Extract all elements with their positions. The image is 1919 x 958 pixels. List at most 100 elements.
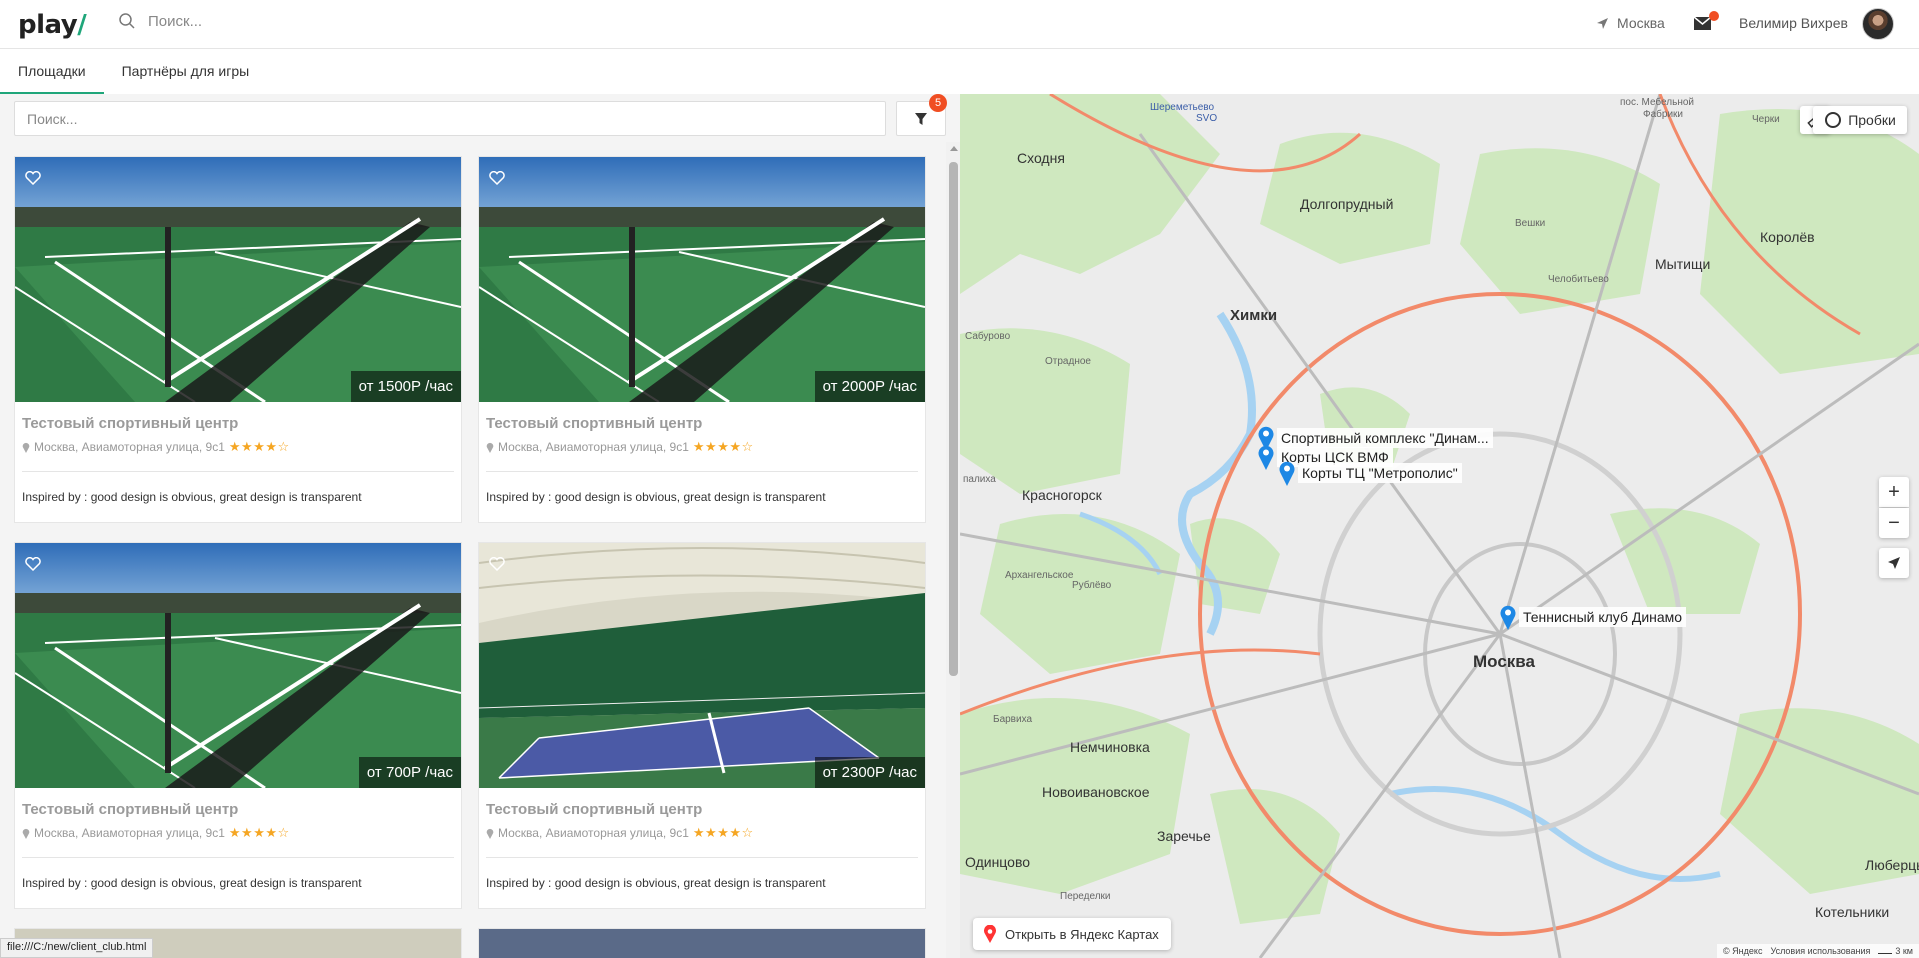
venue-photo: от 700Р /час xyxy=(15,543,461,788)
scale-label: 3 км xyxy=(1895,946,1913,956)
avatar[interactable] xyxy=(1862,8,1894,40)
open-in-yandex-maps-button[interactable]: Открыть в Яндекс Картах xyxy=(973,918,1171,950)
card-divider xyxy=(22,471,454,472)
outdoor-court-image xyxy=(15,543,461,788)
filter-icon xyxy=(915,112,927,125)
map-pin-icon xyxy=(486,442,494,453)
venue-card[interactable]: от 2300Р /час Тестовый спортивный центр … xyxy=(478,542,926,909)
venue-title[interactable]: Тестовый спортивный центр xyxy=(22,415,238,432)
city-label: Москва xyxy=(1617,15,1665,31)
yandex-map-pin-icon xyxy=(984,925,996,943)
map-marker-label: Теннисный клуб Динамо xyxy=(1519,607,1687,627)
scroll-up-arrow[interactable] xyxy=(950,146,958,151)
map-pin-icon xyxy=(1258,445,1274,470)
global-search-input[interactable] xyxy=(148,12,408,30)
traffic-button[interactable]: Пробки xyxy=(1813,106,1907,134)
city-selector[interactable]: Москва xyxy=(1596,15,1665,31)
zoom-out-button[interactable]: − xyxy=(1879,508,1909,538)
map-place-krasnogorsk: Красногорск xyxy=(1022,487,1102,503)
card-divider xyxy=(486,471,918,472)
filter-count-badge: 5 xyxy=(929,94,947,112)
map-marker[interactable]: Корты ТЦ "Метрополис" xyxy=(1278,460,1462,486)
map-panel[interactable]: Москва Химки Долгопрудный Мытищи Королёв… xyxy=(960,94,1919,958)
card-divider xyxy=(22,857,454,858)
scrollbar-thumb[interactable] xyxy=(949,162,958,676)
venue-address: Москва, Авиамоторная улица, 9с1 ★★★★☆ xyxy=(22,439,290,455)
venue-title[interactable]: Тестовый спортивный центр xyxy=(486,801,702,818)
price-tag: от 700Р /час xyxy=(358,757,461,788)
traffic-icon xyxy=(1825,112,1842,128)
venue-description: Inspired by : good design is obvious, gr… xyxy=(22,490,362,504)
logo-text: play xyxy=(18,10,78,40)
notification-dot xyxy=(1709,11,1719,21)
map-canvas xyxy=(960,94,1919,958)
venue-card[interactable]: от 700Р /час Тестовый спортивный центр М… xyxy=(14,542,462,909)
logo-slash: / xyxy=(77,10,87,40)
venue-photo: от 1500Р /час xyxy=(15,157,461,402)
map-place-skhodnya: Сходня xyxy=(1017,150,1065,166)
venue-card[interactable]: от 1500Р /час Тестовый спортивный центр … xyxy=(14,156,462,523)
price-tag: от 1500Р /час xyxy=(350,371,461,402)
price-tag: от 2300Р /час xyxy=(814,757,925,788)
open-in-yandex-label: Открыть в Яндекс Картах xyxy=(1005,926,1159,942)
map-place-nemchinovka: Немчиновка xyxy=(1070,739,1150,755)
map-copyright: © Яндекс Условия использования 3 км xyxy=(1717,944,1919,958)
venue-address: Москва, Авиамоторная улица, 9с1 ★★★★☆ xyxy=(486,439,754,455)
search-icon xyxy=(119,13,135,29)
location-arrow-icon xyxy=(1888,557,1900,569)
venue-title[interactable]: Тестовый спортивный центр xyxy=(22,801,238,818)
map-place-rublevo: Рублёво xyxy=(1072,580,1112,591)
yandex-copyright[interactable]: © Яндекс xyxy=(1723,946,1762,956)
outdoor-court-image xyxy=(15,157,461,402)
venue-card[interactable] xyxy=(478,928,926,958)
venue-list-panel: 5 от 1500Р /час Тестовый спортивный цент… xyxy=(0,94,960,958)
scale-bar xyxy=(1878,948,1893,954)
map-place-dolgoprudny: Долгопрудный xyxy=(1300,196,1394,212)
tab-partners[interactable]: Партнёры для игры xyxy=(104,49,268,94)
map-place-kotelniki: Котельники xyxy=(1815,904,1890,920)
messages-button[interactable] xyxy=(1693,11,1719,32)
venue-address: Москва, Авиамоторная улица, 9с1 ★★★★☆ xyxy=(22,825,290,841)
geolocation-button[interactable] xyxy=(1879,548,1909,578)
rating-stars: ★★★★☆ xyxy=(692,439,754,454)
map-pin-icon xyxy=(1500,605,1516,630)
map-place-chelobityevo: Челобитьево xyxy=(1548,274,1609,285)
tab-venues[interactable]: Площадки xyxy=(0,49,104,94)
map-place-barvikha: Барвиха xyxy=(993,714,1033,725)
terms-link[interactable]: Условия использования xyxy=(1770,946,1870,956)
browser-status-url: file:///C:/new/client_club.html xyxy=(0,938,154,958)
outdoor-court-image xyxy=(479,157,925,402)
zoom-in-button[interactable]: + xyxy=(1879,477,1909,507)
favorite-heart-icon[interactable] xyxy=(25,171,41,185)
map-place-mebelnaya: пос. Мебельной xyxy=(1620,97,1694,108)
traffic-label: Пробки xyxy=(1848,112,1896,128)
map-pin-icon xyxy=(22,442,30,453)
user-name[interactable]: Велимир Вихрев xyxy=(1739,15,1848,31)
map-marker[interactable]: Теннисный клуб Динамо xyxy=(1499,604,1687,630)
tab-bar: Площадки Партнёры для игры xyxy=(0,49,960,94)
list-search-row: 5 xyxy=(0,94,960,142)
venue-photo: от 2300Р /час xyxy=(479,543,925,788)
map-place-peredelki: Переделки xyxy=(1060,891,1111,902)
map-place-sheremetyevo: Шереметьево xyxy=(1150,102,1215,113)
venue-title[interactable]: Тестовый спортивный центр xyxy=(486,415,702,432)
map-place-mytishchi: Мытищи xyxy=(1655,256,1711,272)
venue-search-input[interactable] xyxy=(14,101,886,136)
map-place-korolev: Королёв xyxy=(1760,229,1815,245)
venue-description: Inspired by : good design is obvious, gr… xyxy=(486,490,826,504)
logo[interactable]: play/ xyxy=(18,10,87,40)
favorite-heart-icon[interactable] xyxy=(489,557,505,571)
venue-card[interactable]: от 2000Р /час Тестовый спортивный центр … xyxy=(478,156,926,523)
indoor-court-image xyxy=(479,543,925,788)
map-place-svo: SVO xyxy=(1196,113,1218,124)
map-place-zarechye: Заречье xyxy=(1157,828,1211,844)
venue-address-text: Москва, Авиамоторная улица, 9с1 xyxy=(498,826,689,840)
top-header: play/ Москва Велимир Вихрев xyxy=(0,0,1919,49)
map-place-fabriki: Фабрики xyxy=(1643,109,1683,120)
venue-address-text: Москва, Авиамоторная улица, 9с1 xyxy=(34,440,225,454)
rating-stars: ★★★★☆ xyxy=(692,825,754,840)
venue-photo: от 2000Р /час xyxy=(479,157,925,402)
favorite-heart-icon[interactable] xyxy=(25,557,41,571)
favorite-heart-icon[interactable] xyxy=(489,171,505,185)
map-marker-label: Корты ТЦ "Метрополис" xyxy=(1298,463,1462,483)
